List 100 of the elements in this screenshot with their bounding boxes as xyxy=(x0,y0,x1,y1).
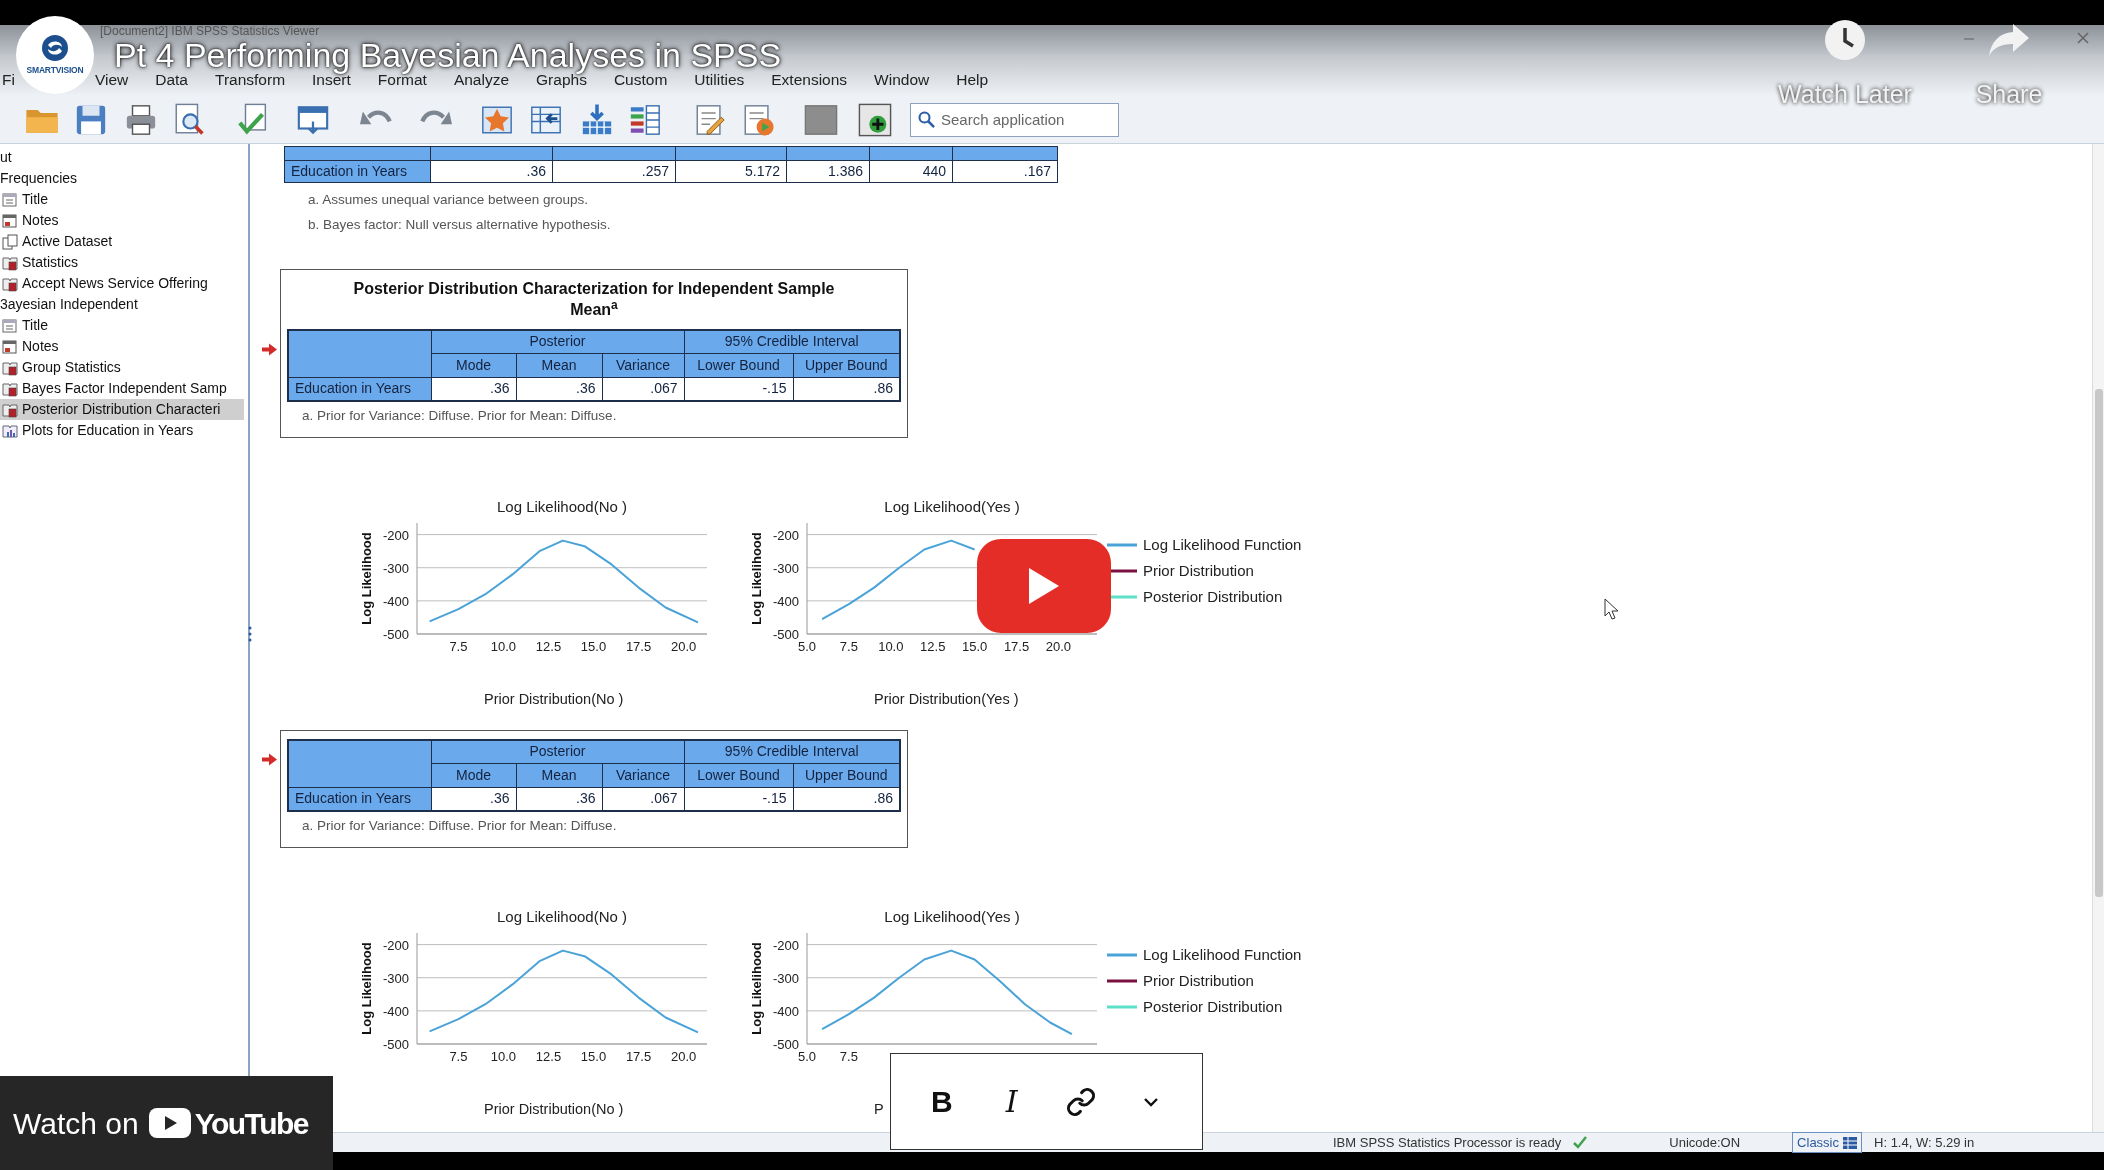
swirl-icon xyxy=(40,33,70,64)
tick-label: -500 xyxy=(382,627,409,642)
mouse-pointer-icon xyxy=(1604,598,1620,622)
tree-item[interactable]: Frequencies xyxy=(0,168,244,189)
chart-caption: P xyxy=(874,1101,884,1117)
tick-label: 5.0 xyxy=(797,1049,817,1064)
tick-label: -500 xyxy=(382,1037,409,1052)
tick-label: 10.0 xyxy=(878,639,904,654)
grid-icon xyxy=(1843,1136,1857,1149)
window-title: [Document2] IBM SPSS Statistics Viewer xyxy=(100,25,320,38)
close-icon[interactable] xyxy=(2076,31,2090,45)
tree-item[interactable]: Title xyxy=(0,315,244,336)
play-button[interactable] xyxy=(977,539,1111,633)
tick-label: 7.5 xyxy=(839,639,858,654)
footnote: a. Prior for Variance: Diffuse. Prior for Mean: Diffuse. xyxy=(301,407,618,425)
tick-label: 10.0 xyxy=(490,639,517,654)
search-field[interactable]: Search application xyxy=(910,102,1119,137)
chart-icon xyxy=(2,422,18,439)
tick-label: 12.5 xyxy=(535,639,562,654)
scrollbar-thumb[interactable] xyxy=(2095,389,2103,897)
table-cell: .36 xyxy=(516,377,602,401)
column-header: Upper Bound xyxy=(793,763,900,787)
tick-label: 5.0 xyxy=(797,639,817,654)
arrow-icon xyxy=(261,753,277,766)
legend-label: Log Likelihood Function xyxy=(1143,534,1302,555)
book-icon xyxy=(2,359,18,376)
footnote: b. Bayes factor: Null versus alternative hypothesis. xyxy=(308,216,612,234)
tree-item[interactable]: ut xyxy=(0,147,244,168)
grip-icon[interactable] xyxy=(248,626,252,642)
tree-item[interactable]: Group Statistics xyxy=(0,357,244,378)
tick-label: 10.0 xyxy=(490,1049,517,1064)
arrow-icon xyxy=(261,343,277,356)
bold-button[interactable]: B xyxy=(916,1076,967,1127)
tree-item[interactable]: Notes xyxy=(0,210,244,231)
column-header: Mean xyxy=(516,353,602,377)
chart-title: Log Likelihood(No ) xyxy=(496,498,628,515)
tick-label: -200 xyxy=(382,937,409,953)
legend-label: Posterior Distribution xyxy=(1143,586,1283,607)
watch-on-youtube-button[interactable]: Watch on YouTube xyxy=(0,1076,333,1170)
tick-label: 20.0 xyxy=(670,1049,697,1064)
check-icon xyxy=(1573,1136,1588,1149)
menu-item[interactable]: Window xyxy=(874,67,930,91)
tick-label: -400 xyxy=(382,1003,409,1019)
chart-title: Log Likelihood(No ) xyxy=(496,908,628,925)
row-header: Education in Years xyxy=(288,787,431,811)
menu-item[interactable]: Fi xyxy=(2,67,15,91)
menu-item[interactable]: Help xyxy=(956,67,989,91)
row-header: Education in Years xyxy=(284,160,431,183)
tick-label: -200 xyxy=(772,527,799,543)
book-icon xyxy=(2,401,18,418)
plus-icon[interactable] xyxy=(857,102,893,137)
clock-icon xyxy=(1823,18,1867,62)
column-group-header: 95% Credible Interval xyxy=(684,740,900,763)
book-icon xyxy=(2,254,18,271)
table-cell: -.15 xyxy=(684,787,793,811)
tree-item[interactable]: Active Dataset xyxy=(0,231,244,252)
tick-label: -300 xyxy=(772,970,799,986)
tree-item[interactable]: Accept News Service Offering xyxy=(0,273,244,294)
chart-title: Log Likelihood(Yes ) xyxy=(884,498,1020,515)
tree-item[interactable]: 3ayesian Independent xyxy=(0,294,244,315)
logo-text: SMARTVISION xyxy=(26,64,84,77)
italic-button[interactable]: I xyxy=(986,1076,1037,1127)
status-message: IBM SPSS Statistics Processor is ready xyxy=(1333,1133,1562,1152)
square-icon[interactable] xyxy=(803,102,839,137)
tick-label: 17.5 xyxy=(625,1049,652,1064)
legend-label: Log Likelihood Function xyxy=(1143,944,1302,965)
tree-item[interactable]: Bayes Factor Independent Samp xyxy=(0,378,244,399)
tick-label: 12.5 xyxy=(535,1049,562,1064)
column-header: Upper Bound xyxy=(793,353,900,377)
tree-item[interactable]: Plots for Education in Years xyxy=(0,420,244,441)
encoding-status: Unicode:ON xyxy=(1669,1133,1741,1152)
tick-label: 7.5 xyxy=(449,639,468,654)
tree-item[interactable]: Notes xyxy=(0,336,244,357)
axis-title: Log Likelihood xyxy=(359,532,374,625)
tree-item[interactable]: Title xyxy=(0,189,244,210)
tick-label: 15.0 xyxy=(961,639,988,654)
tick-label: 7.5 xyxy=(449,1049,468,1064)
axis-title: Log Likelihood xyxy=(749,942,764,1035)
tree-item[interactable]: Posterior Distribution Characteri xyxy=(0,399,244,420)
play-logo-icon xyxy=(148,1108,191,1138)
legend-label: Prior Distribution xyxy=(1143,560,1254,581)
chart-caption: Prior Distribution(No ) xyxy=(484,691,624,707)
footnote: a. Prior for Variance: Diffuse. Prior for Mean: Diffuse. xyxy=(301,817,618,835)
tick-label: 20.0 xyxy=(670,639,697,654)
table-cell: .36 xyxy=(516,787,602,811)
book-icon xyxy=(2,275,18,292)
row-header: Education in Years xyxy=(288,377,431,401)
legend-label: Posterior Distribution xyxy=(1143,996,1283,1017)
table-cell: -.15 xyxy=(684,377,793,401)
tick-label: 12.5 xyxy=(920,639,946,654)
tree-item[interactable]: Statistics xyxy=(0,252,244,273)
share-button[interactable]: Share xyxy=(1950,18,2068,114)
tick-label: 17.5 xyxy=(625,639,652,654)
legend-label: Prior Distribution xyxy=(1143,970,1254,991)
tick-label: -400 xyxy=(772,593,799,609)
column-header: Lower Bound xyxy=(684,353,793,377)
tick-label: -200 xyxy=(382,527,409,543)
chart-caption: Prior Distribution(Yes ) xyxy=(874,691,1019,707)
axis-title: Log Likelihood xyxy=(359,942,374,1035)
watch-later-button[interactable]: Watch Later xyxy=(1770,18,1920,114)
